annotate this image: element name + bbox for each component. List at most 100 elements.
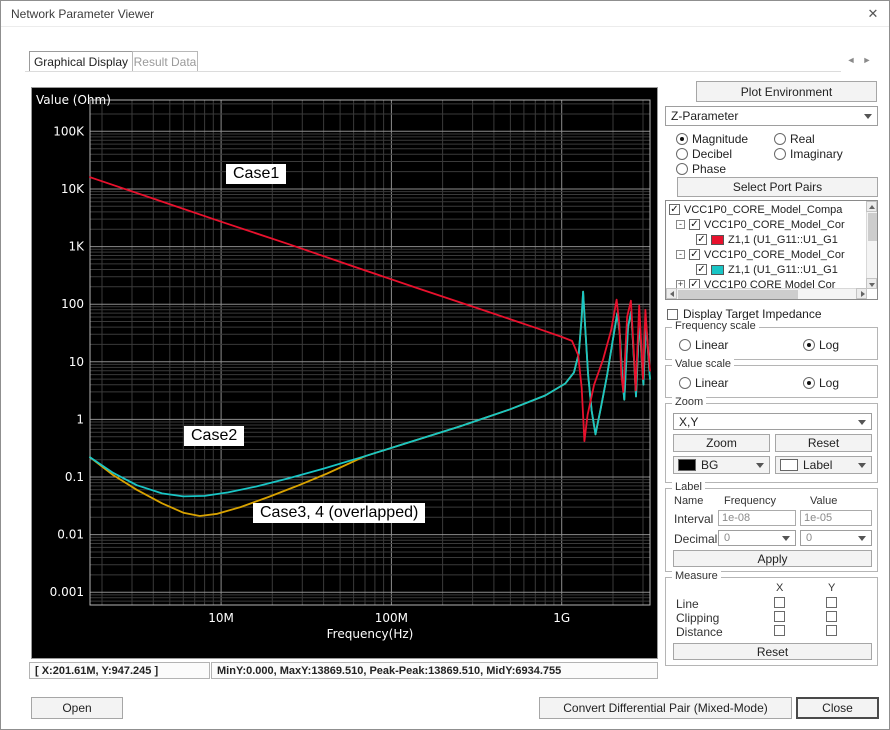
button-label: Open (62, 701, 91, 715)
chart-annotation-case2: Case2 (184, 426, 244, 446)
checkbox-icon[interactable] (689, 219, 700, 230)
svg-text:100M: 100M (375, 611, 408, 625)
checkbox-icon[interactable] (689, 249, 700, 260)
close-icon[interactable]: ✕ (857, 1, 889, 27)
svg-text:0.01: 0.01 (57, 528, 84, 542)
tree-row[interactable]: VCC1P0_CORE_Model_Compa (669, 202, 842, 217)
measure-line-x-checkbox[interactable] (774, 597, 785, 608)
group-title: Value scale (672, 358, 734, 370)
scrollbar-thumb[interactable] (868, 213, 877, 241)
svg-text:10: 10 (69, 355, 84, 369)
checkbox-icon[interactable] (696, 264, 707, 275)
label-apply-button[interactable]: Apply (673, 550, 872, 567)
checkbox-icon[interactable] (696, 234, 707, 245)
button-label: Reset (757, 645, 788, 659)
radio-icon (774, 133, 786, 145)
checkbox-icon[interactable] (669, 204, 680, 215)
zoom-reset-button[interactable]: Reset (775, 434, 872, 452)
measure-line-y-checkbox[interactable] (826, 597, 837, 608)
label-group: Label Name Frequency Value Interval Deci… (665, 488, 878, 572)
tree-row[interactable]: - VCC1P0_CORE_Model_Cor (676, 247, 845, 262)
measure-distance-x-checkbox[interactable] (774, 625, 785, 636)
radio-phase[interactable]: Phase (676, 162, 726, 176)
radio-icon (679, 339, 691, 351)
label-color-swatch (780, 459, 798, 471)
scroll-up-icon[interactable] (866, 201, 877, 212)
tabstrip-divider (25, 71, 841, 72)
radio-label: Log (819, 376, 839, 390)
column-header-x: X (776, 582, 783, 594)
tab-label: Graphical Display (34, 55, 128, 69)
tree-label: VCC1P0_CORE_Model_Cor (704, 219, 845, 231)
measure-distance-y-checkbox[interactable] (826, 625, 837, 636)
chevron-down-icon (858, 463, 866, 468)
button-label: BG (701, 458, 718, 472)
tree-label: VCC1P0_CORE_Model_Compa (684, 204, 842, 216)
radio-magnitude[interactable]: Magnitude (676, 132, 748, 146)
tree-vertical-scrollbar[interactable] (866, 201, 877, 289)
scroll-left-icon[interactable] (666, 288, 677, 299)
chart-annotation-case3-4: Case3, 4 (overlapped) (253, 503, 425, 523)
radio-icon (803, 377, 815, 389)
control-panel: Plot Environment Z-Parameter Magnitude R… (664, 81, 879, 659)
tab-scroll-right-icon[interactable]: ► (860, 55, 874, 65)
radio-imaginary[interactable]: Imaginary (774, 147, 843, 161)
radio-label: Linear (695, 376, 728, 390)
interval-value-input[interactable] (800, 510, 872, 526)
convert-differential-pair-button[interactable]: Convert Differential Pair (Mixed-Mode) (539, 697, 792, 719)
button-label: Reset (808, 436, 839, 450)
scroll-down-icon[interactable] (866, 278, 877, 289)
column-header-name: Name (674, 495, 703, 507)
svg-text:0.1: 0.1 (65, 470, 84, 484)
radio-real[interactable]: Real (774, 132, 815, 146)
select-port-pairs-button[interactable]: Select Port Pairs (677, 177, 878, 197)
impedance-chart[interactable]: 10M100M1G100K10K1K1001010.10.010.001Valu… (31, 87, 658, 659)
measure-reset-button[interactable]: Reset (673, 643, 872, 660)
chevron-down-icon (864, 114, 872, 119)
tree-row[interactable]: Z1,1 (U1_G11::U1_G1 (696, 262, 838, 277)
chart-annotation-case1: Case1 (226, 164, 286, 184)
tree-row[interactable]: - VCC1P0_CORE_Model_Cor (676, 217, 845, 232)
button-label: Convert Differential Pair (Mixed-Mode) (563, 701, 768, 715)
radio-decibel[interactable]: Decibel (676, 147, 732, 161)
interval-frequency-input[interactable] (718, 510, 796, 526)
svg-text:1: 1 (76, 412, 84, 426)
radio-icon (676, 163, 688, 175)
svg-text:1K: 1K (68, 240, 85, 254)
stats-readout: MinY:0.000, MaxY:13869.510, Peak-Peak:13… (211, 662, 658, 679)
measure-clipping-y-checkbox[interactable] (826, 611, 837, 622)
scroll-right-icon[interactable] (856, 288, 867, 299)
tree-horizontal-scrollbar[interactable] (666, 288, 867, 299)
radio-value-linear[interactable]: Linear (679, 376, 728, 390)
tree-label: Z1,1 (U1_G11::U1_G1 (728, 234, 838, 246)
radio-frequency-linear[interactable]: Linear (679, 338, 728, 352)
close-button[interactable]: Close (796, 697, 879, 719)
zoom-mode-combo[interactable]: X,Y (673, 413, 872, 430)
tab-scroll-left-icon[interactable]: ◄ (844, 55, 858, 65)
decimal-value-combo[interactable]: 0 (800, 530, 872, 546)
plot-environment-button[interactable]: Plot Environment (696, 81, 877, 102)
bg-color-button[interactable]: BG (673, 456, 770, 474)
radio-frequency-log[interactable]: Log (803, 338, 839, 352)
measure-clipping-x-checkbox[interactable] (774, 611, 785, 622)
collapse-icon[interactable]: - (676, 220, 685, 229)
decimal-frequency-combo[interactable]: 0 (718, 530, 796, 546)
tree-label: Z1,1 (U1_G11::U1_G1 (728, 264, 838, 276)
display-target-impedance-checkbox[interactable]: Display Target Impedance (667, 307, 822, 321)
tab-result-data[interactable]: Result Data (132, 51, 198, 72)
title-bar: Network Parameter Viewer ✕ (1, 1, 889, 27)
label-color-button[interactable]: Label (775, 456, 872, 474)
collapse-icon[interactable]: - (676, 250, 685, 259)
parameter-combo[interactable]: Z-Parameter (665, 106, 878, 126)
open-button[interactable]: Open (31, 697, 123, 719)
scrollbar-thumb[interactable] (678, 290, 798, 299)
tab-graphical-display[interactable]: Graphical Display (29, 51, 133, 72)
chevron-down-icon (858, 536, 866, 541)
button-label: Zoom (706, 436, 737, 450)
zoom-button[interactable]: Zoom (673, 434, 770, 452)
radio-label: Real (790, 132, 815, 146)
tree-row[interactable]: Z1,1 (U1_G11::U1_G1 (696, 232, 838, 247)
radio-value-log[interactable]: Log (803, 376, 839, 390)
svg-text:1G: 1G (553, 611, 570, 625)
port-pairs-tree: VCC1P0_CORE_Model_Compa - VCC1P0_CORE_Mo… (665, 200, 878, 300)
